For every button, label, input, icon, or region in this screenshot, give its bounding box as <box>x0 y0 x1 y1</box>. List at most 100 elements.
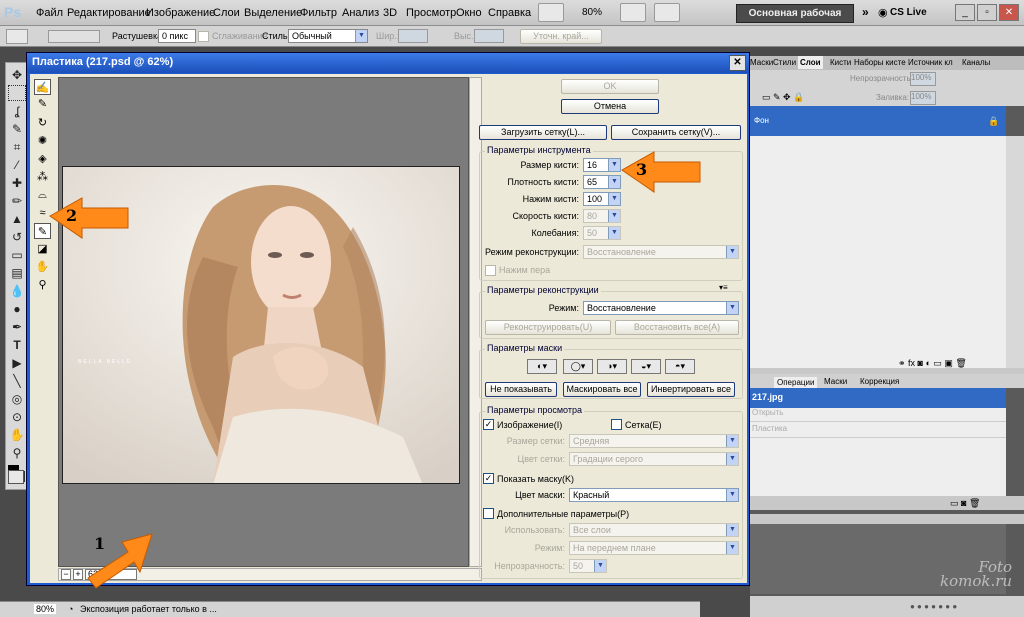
quick-select-icon[interactable]: ✎ <box>8 121 26 137</box>
chevron-down-icon[interactable]: ▼ <box>608 227 620 239</box>
mesh-color-select[interactable]: Градации серого ▼ <box>569 452 739 466</box>
chevron-down-icon[interactable]: ▼ <box>726 435 738 447</box>
thaw-mask-icon[interactable]: ◪ <box>34 241 51 257</box>
use-select[interactable]: Все слои ▼ <box>569 523 739 537</box>
menu-window[interactable]: Окно <box>456 7 482 19</box>
menu-image[interactable]: Изображение <box>146 7 215 19</box>
feather-input[interactable]: 0 пикс <box>158 29 196 43</box>
tab-layers[interactable]: Слои <box>798 56 823 69</box>
history-snapshot[interactable]: 217.jpg <box>750 388 1006 408</box>
save-mesh-button[interactable]: Сохранить сетку(V)... <box>611 125 741 140</box>
chevron-down-icon[interactable]: ▼ <box>726 246 738 258</box>
close-icon[interactable]: ✕ <box>999 4 1019 21</box>
mask-add-icon[interactable]: ◯▾ <box>563 359 593 374</box>
tab-brushes[interactable]: Кисти <box>830 58 851 67</box>
history-brush-icon[interactable]: ↺ <box>8 229 26 245</box>
tab-adjustments[interactable]: Коррекция <box>860 377 899 386</box>
menu-3d[interactable]: 3D <box>383 7 397 19</box>
menu-help[interactable]: Справка <box>488 7 531 19</box>
mesh-size-select[interactable]: Средняя ▼ <box>569 434 739 448</box>
marquee-preset-icon[interactable] <box>6 29 28 44</box>
menu-edit[interactable]: Редактирование <box>67 7 151 19</box>
recon-mode-select[interactable]: Восстановление ▼ <box>583 245 739 259</box>
brush-tool-icon[interactable]: ✏ <box>8 193 26 209</box>
tab-brush-presets[interactable]: Наборы кисте <box>854 58 906 67</box>
refine-edge-button[interactable]: Уточн. край... <box>520 29 602 44</box>
show-mask-checkbox[interactable]: ✓ <box>483 473 494 484</box>
chevron-down-icon[interactable]: ▼ <box>726 524 738 536</box>
invert-all-button[interactable]: Инвертировать все <box>647 382 735 397</box>
cslive-label[interactable]: CS Live <box>890 7 927 18</box>
minimize-icon[interactable]: _ <box>955 4 975 21</box>
chevron-down-icon[interactable]: ▼ <box>726 489 738 501</box>
twirl-icon[interactable]: ↻ <box>34 115 51 131</box>
show-image-checkbox[interactable]: ✓ <box>483 419 494 430</box>
status-zoom[interactable]: 80% <box>34 604 57 614</box>
layers-scrollbar[interactable] <box>1006 136 1024 368</box>
pen-tool-icon[interactable]: ✒ <box>8 319 26 335</box>
menu-select[interactable]: Выделение <box>244 7 302 19</box>
height-input[interactable] <box>474 29 504 43</box>
eyedropper-icon[interactable]: ⁄ <box>8 157 26 173</box>
brush-density-input[interactable]: 65 ▼ <box>583 175 621 189</box>
3d-rotate-icon[interactable]: ◎ <box>8 391 26 407</box>
tab-history[interactable]: Операции <box>774 377 818 388</box>
antialias-checkbox[interactable] <box>198 31 209 42</box>
chevron-right-icon[interactable]: » <box>862 5 869 19</box>
backdrop-mode-select[interactable]: На переднем плане ▼ <box>569 541 739 555</box>
marquee-tool-icon[interactable] <box>8 85 26 101</box>
move-tool-icon[interactable]: ✥ <box>8 67 26 83</box>
restore-icon[interactable]: ▫ <box>977 4 997 21</box>
dialog-title-bar[interactable]: Пластика (217.psd @ 62%) ✕ <box>27 53 749 73</box>
history-item-liquify[interactable]: Пластика <box>750 424 1006 438</box>
tab-clone-source[interactable]: Источник кл <box>908 58 953 67</box>
tab-channels[interactable]: Каналы <box>962 58 990 67</box>
menu-file[interactable]: Файл <box>36 7 63 19</box>
brush-size-input[interactable]: 16 ▼ <box>583 158 621 172</box>
mask-invert-icon[interactable]: ◓▾ <box>665 359 695 374</box>
chevron-down-icon[interactable]: ▼ <box>608 159 620 171</box>
lock-icons[interactable]: ▭ ✎ ✥ 🔒 <box>762 92 804 103</box>
zoom-level[interactable]: 80% <box>582 7 602 18</box>
quick-mask-icon[interactable] <box>8 470 24 484</box>
hand-tool-icon[interactable]: ✋ <box>8 427 26 443</box>
mask-subtract-icon[interactable]: ◑▾ <box>597 359 627 374</box>
zoom-icon[interactable]: ⚲ <box>34 277 51 293</box>
opacity-value[interactable]: 100% <box>910 72 936 86</box>
history-item-open[interactable]: Открыть <box>750 408 1006 422</box>
chevron-down-icon[interactable]: ▼ <box>726 542 738 554</box>
3d-camera-icon[interactable]: ⊙ <box>8 409 26 425</box>
mask-replace-icon[interactable]: ◐▾ <box>527 359 557 374</box>
dialog-close-icon[interactable]: ✕ <box>729 55 746 71</box>
heal-tool-icon[interactable]: ✚ <box>8 175 26 191</box>
shape-tool-icon[interactable]: ╲ <box>8 373 26 389</box>
brush-pressure-input[interactable]: 100 ▼ <box>583 192 621 206</box>
load-mesh-button[interactable]: Загрузить сетку(L)... <box>479 125 607 140</box>
tab-styles[interactable]: Стили <box>773 58 796 67</box>
chevron-down-icon[interactable]: ▼ <box>608 210 620 222</box>
mask-intersect-icon[interactable]: ◒▾ <box>631 359 661 374</box>
eraser-tool-icon[interactable]: ▭ <box>8 247 26 263</box>
menu-view[interactable]: Просмотр <box>406 7 456 19</box>
mask-all-button[interactable]: Маскировать все <box>563 382 641 397</box>
width-input[interactable] <box>398 29 428 43</box>
selection-mode-icons[interactable] <box>48 30 100 43</box>
stylus-checkbox[interactable] <box>485 265 496 276</box>
menu-filter[interactable]: Фильтр <box>300 7 337 19</box>
menu-layers[interactable]: Слои <box>213 7 240 19</box>
path-select-icon[interactable]: ▶ <box>8 355 26 371</box>
zoom-tool-icon[interactable]: ⚲ <box>8 445 26 461</box>
cancel-button[interactable]: Отмена <box>561 99 659 114</box>
chevron-down-icon[interactable]: ▼ <box>726 302 738 314</box>
push-left-icon[interactable]: ⁂ <box>34 169 51 185</box>
turbulence-input[interactable]: 50 ▼ <box>583 226 621 240</box>
status-info[interactable]: Экспозиция работает только в ... <box>80 604 217 614</box>
tab-masks[interactable]: Маски <box>824 377 847 386</box>
group-menu-icon[interactable]: ▾≡ <box>719 283 728 292</box>
brush-rate-input[interactable]: 80 ▼ <box>583 209 621 223</box>
bloat-icon[interactable]: ◈ <box>34 151 51 167</box>
gradient-tool-icon[interactable]: ▤ <box>8 265 26 281</box>
ok-button[interactable]: OK <box>561 79 659 94</box>
screen-mode-button[interactable] <box>538 3 564 22</box>
extra-options-checkbox[interactable] <box>483 508 494 519</box>
